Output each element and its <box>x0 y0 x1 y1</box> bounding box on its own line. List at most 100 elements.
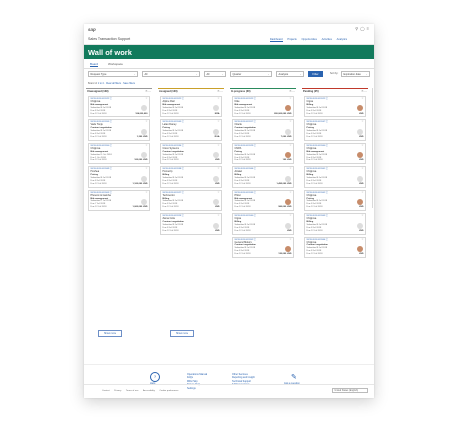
tab-workspace[interactable]: Workspace <box>108 62 123 66</box>
star-icon[interactable]: ☆ <box>289 144 291 148</box>
nav-activities[interactable]: Activities <box>322 38 332 41</box>
star-icon[interactable]: ☆ <box>361 97 363 101</box>
request-card[interactable]: WCR-2018-091133 ⓘ ☆ Pfizer Bid management Su… <box>232 189 294 212</box>
star-icon[interactable]: ☆ <box>145 191 147 195</box>
request-card[interactable]: WCR-2018-091134 ⓘ ☆ Cisco Systems Contract … <box>160 142 222 165</box>
star-icon[interactable]: ☆ <box>289 97 291 101</box>
request-card[interactable]: WCR-2018-091161 ⓘ ☆ Chiginsa Billing Submitt… <box>304 166 366 188</box>
request-type-select[interactable]: Request Type ⌄ <box>88 71 138 77</box>
language-select[interactable]: United States (English) <box>332 388 368 393</box>
star-icon[interactable]: ☆ <box>289 121 291 124</box>
save-filters-link[interactable]: Save filters <box>123 82 135 85</box>
footer-link-accessibility[interactable]: Accessibility <box>143 390 155 392</box>
top-icons: ⚲◯≡ <box>355 26 371 31</box>
filter-button[interactable]: Filter <box>308 71 323 77</box>
request-card[interactable]: WCR-2018-091155 ⓘ ☆ Vadu Tonju Contract neg… <box>88 119 150 141</box>
status-select[interactable]: All ⌄ <box>142 71 200 77</box>
region-select[interactable]: All ⌄ <box>204 71 226 77</box>
avatar[interactable] <box>213 128 219 135</box>
clear-filters-link[interactable]: Clear all filters <box>106 82 121 85</box>
deal-amount: USD <box>286 229 292 232</box>
avatar[interactable] <box>285 222 291 229</box>
pen-icon[interactable]: ✎ <box>291 373 297 381</box>
star-icon[interactable]: ☆ <box>217 214 219 218</box>
help-icon[interactable]: ? <box>150 372 160 382</box>
star-icon[interactable]: ☆ <box>361 121 363 124</box>
request-card[interactable]: WCR-2018-091122 ⓘ ☆ Nike Bid management Subm… <box>232 96 294 118</box>
star-icon[interactable]: ☆ <box>289 214 291 218</box>
nav-opportunities[interactable]: Opportunities <box>301 38 316 41</box>
nav-analytics[interactable]: Analytics <box>337 38 347 41</box>
star-icon[interactable]: ☆ <box>361 144 363 148</box>
scrollbar[interactable] <box>371 88 373 208</box>
star-icon[interactable]: ☆ <box>289 191 291 195</box>
chevron-down-icon: ⌄ <box>267 73 270 76</box>
star-icon[interactable]: ☆ <box>217 167 219 171</box>
nav-projects[interactable]: Projects <box>287 38 296 41</box>
star-icon[interactable]: ☆ <box>361 167 363 171</box>
show-more-assigned-button[interactable]: Show more <box>170 330 194 337</box>
request-card[interactable]: WCR-2018-091122 ⓘ ☆ Alpine Rail Bid managem… <box>160 96 222 118</box>
view-tabs: Board Workspace <box>84 60 374 69</box>
star-icon[interactable]: ☆ <box>145 121 147 124</box>
star-icon[interactable]: ☆ <box>145 144 147 148</box>
column-actions-icon[interactable]: ⇱ ⋯ <box>290 89 296 95</box>
star-icon[interactable]: ☆ <box>145 167 147 171</box>
show-more-unassigned-button[interactable]: Show more <box>98 330 122 337</box>
avatar[interactable] <box>357 128 363 135</box>
page-indicator[interactable]: 1 to 4 <box>98 82 104 85</box>
request-card[interactable]: WCR-2018-091169 ⓘ ☆ Hoshea Pricing Submitted… <box>88 166 150 188</box>
request-card[interactable]: WCR-2018-091145 ⓘ ☆ Lalan Daney Pricing Subm… <box>160 119 222 141</box>
request-card[interactable]: WCR-2018-091129 ⓘ ☆ CNPA Pricing Submitted 8… <box>232 142 294 165</box>
star-icon[interactable]: ☆ <box>145 97 147 101</box>
avatar[interactable] <box>357 222 363 229</box>
star-icon[interactable]: ☆ <box>289 238 291 242</box>
star-icon[interactable]: ☆ <box>361 238 363 242</box>
request-card[interactable]: WCR-2018-091122 ⓘ ☆ Cigna Billing Submitted … <box>304 96 366 118</box>
request-card[interactable]: WCR-2018-091164 ⓘ ☆ Chiginsa Contract negot… <box>304 236 366 259</box>
request-card[interactable]: WCR-2018-091147 ⓘ ☆ Chiginsa Pricing Submitt… <box>304 119 366 141</box>
star-icon[interactable]: ☆ <box>217 121 219 124</box>
star-icon[interactable]: ☆ <box>289 167 291 171</box>
footer-link-terms[interactable]: Terms of use <box>126 390 139 392</box>
quarter-select[interactable]: Quarter ⌄ <box>230 71 272 77</box>
deal-amount: 980,000 USD <box>278 206 292 209</box>
star-icon[interactable]: ☆ <box>217 191 219 195</box>
request-card[interactable]: WCR-2018-091122 ⓘ ☆ Chiginsa Bid management… <box>88 96 150 118</box>
close-date: Due 12 Jul 2018 <box>306 112 323 115</box>
request-card[interactable]: WCR-2018-091127 ⓘ ☆ Techcentro Billing Submi… <box>160 189 222 212</box>
star-icon[interactable]: ☆ <box>361 214 363 218</box>
nav-dashboard[interactable]: Dashboard <box>269 37 283 42</box>
avatar[interactable] <box>141 175 147 182</box>
request-card[interactable]: WCR-2018-091166 ⓘ ☆ Alcatel Billing Submitte… <box>232 166 294 188</box>
footer-link-cookies[interactable]: Cookie preferences <box>159 390 178 392</box>
avatar[interactable] <box>285 128 291 135</box>
footer-link-privacy[interactable]: Privacy <box>114 390 121 392</box>
tab-board[interactable]: Board <box>90 62 99 67</box>
request-card[interactable]: WCR-2018-091150 ⓘ ☆ Chiginsa Bid management… <box>88 142 150 165</box>
star-icon[interactable]: ☆ <box>361 191 363 195</box>
avatar[interactable] <box>213 175 219 182</box>
menu-icon[interactable]: ≡ <box>367 26 371 31</box>
column-actions-icon[interactable]: ⇱ ⋯ <box>362 89 368 95</box>
column-actions-icon[interactable]: ⇱ ⋯ <box>218 89 224 95</box>
request-card[interactable]: WCR-2018-091152 ⓘ ☆ General Motors Contract… <box>232 236 294 259</box>
analysis-select[interactable]: Analysis ⌄ <box>276 71 304 77</box>
request-card[interactable]: WCR-2018-091119 ⓘ ☆ Zama Cola Contract nego… <box>160 213 222 235</box>
avatar[interactable] <box>285 175 291 182</box>
request-card[interactable]: WCR-2018-091162 ⓘ ☆ Chiginsa Pricing Submitt… <box>304 189 366 212</box>
request-card[interactable]: WCR-2018-091140 ⓘ ☆ Cigna Billing Submitted … <box>232 213 294 235</box>
footer-link-contact[interactable]: Contact <box>102 390 110 392</box>
avatar[interactable] <box>141 128 147 135</box>
request-card[interactable]: WCR-2018-091103 ⓘ ☆ Phoenix & Gamba Bid man… <box>88 189 150 212</box>
star-icon[interactable]: ☆ <box>217 144 219 148</box>
avatar[interactable] <box>213 222 219 229</box>
sort-select[interactable]: Expiration date ⌄ <box>341 71 370 77</box>
request-card[interactable]: WCR-2018-091160 ⓘ ☆ Chiginsa Bid management… <box>304 142 366 165</box>
star-icon[interactable]: ☆ <box>217 97 219 101</box>
column-actions-icon[interactable]: ⇱ ⋯ <box>146 89 152 95</box>
avatar[interactable] <box>357 175 363 182</box>
request-card[interactable]: WCR-2018-091138 ⓘ ☆ Homezip Billing Submitte… <box>160 166 222 188</box>
request-card[interactable]: WCR-2018-091163 ⓘ ☆ Chiginsa Billing Submitt… <box>304 213 366 235</box>
request-card[interactable]: WCR-2018-091117 ⓘ ☆ Oracle Contract negotia… <box>232 119 294 141</box>
